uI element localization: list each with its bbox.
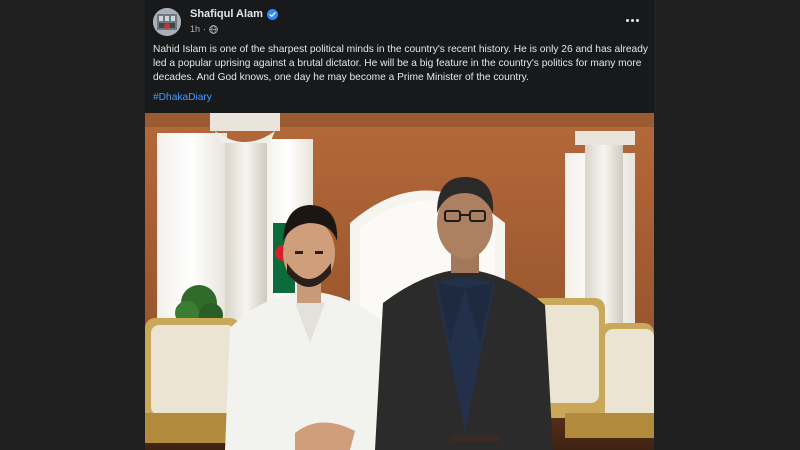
post-header: Shafiqul Alam 1h · — [145, 0, 654, 40]
globe-icon — [209, 24, 218, 34]
post-card: Shafiqul Alam 1h · Nahid Islam is one of… — [145, 0, 654, 450]
post-photo[interactable] — [145, 113, 654, 450]
avatar[interactable] — [153, 8, 181, 36]
author-line: Shafiqul Alam — [190, 8, 278, 20]
meta-separator: · — [203, 24, 207, 34]
post-timestamp[interactable]: 1h — [190, 24, 200, 34]
more-horizontal-icon — [635, 18, 639, 22]
photo-image — [145, 113, 654, 450]
more-horizontal-icon — [630, 18, 634, 22]
avatar-image — [153, 8, 181, 36]
author-name[interactable]: Shafiqul Alam — [190, 8, 263, 20]
post-meta: 1h · — [190, 24, 218, 34]
hashtag-link[interactable]: #DhakaDiary — [153, 92, 212, 103]
more-horizontal-icon — [625, 18, 629, 22]
more-options-button[interactable] — [622, 12, 642, 28]
verified-badge-icon — [266, 8, 278, 20]
post-text: Nahid Islam is one of the sharpest polit… — [153, 44, 648, 83]
